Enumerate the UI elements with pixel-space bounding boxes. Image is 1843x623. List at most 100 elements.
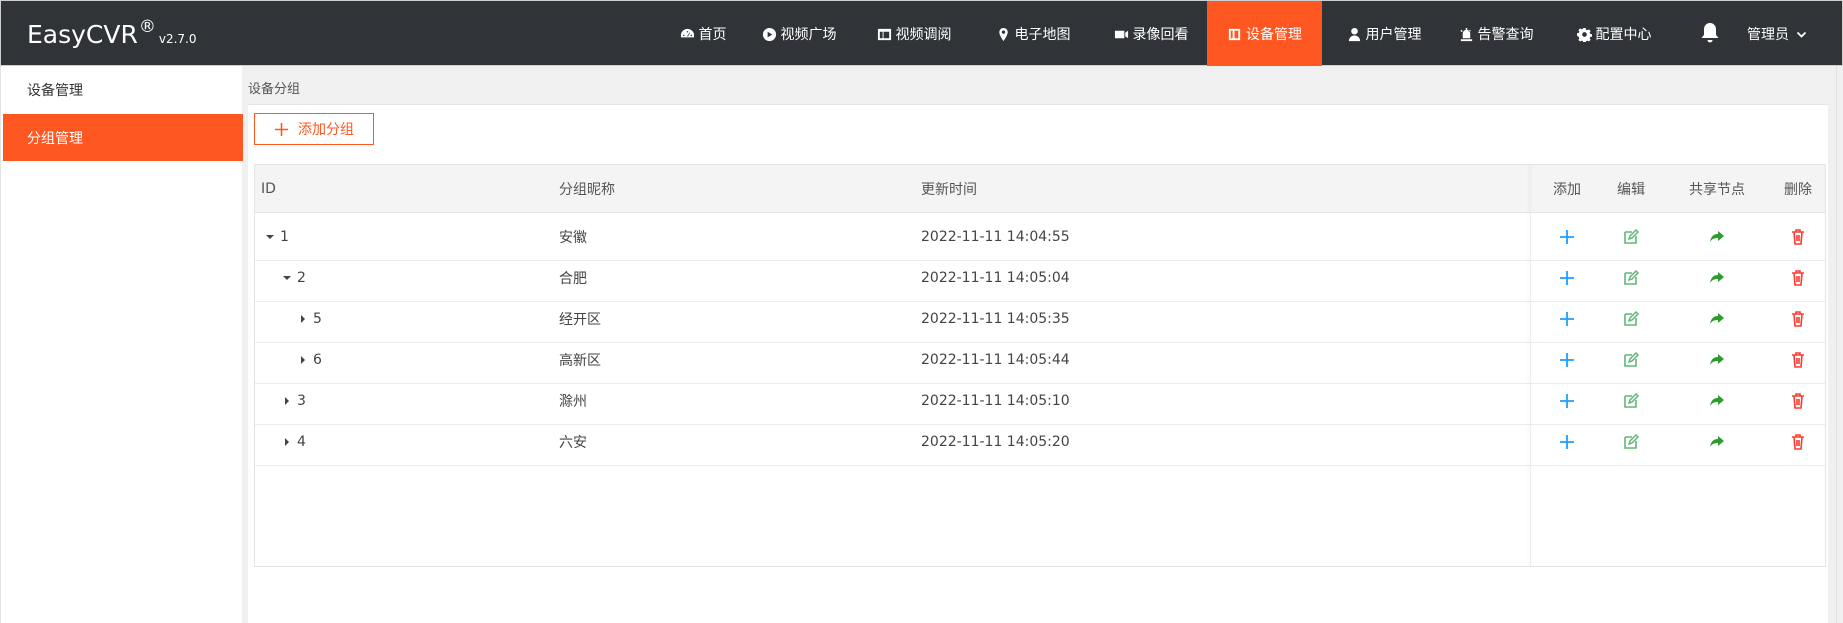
plus-icon: [1560, 312, 1574, 326]
columns-icon: [1228, 28, 1241, 40]
user-icon: [1348, 27, 1360, 41]
share-icon: [1710, 354, 1724, 365]
row-id: 2: [297, 270, 306, 286]
nav-video-square[interactable]: 视频广场: [756, 1, 842, 67]
plus-icon: [1560, 271, 1574, 285]
row-id: 3: [297, 393, 306, 409]
share-icon: [1710, 395, 1724, 406]
add-group-label: 添加分组: [298, 122, 354, 138]
plus-icon: [275, 122, 288, 136]
nav-alarm-query[interactable]: 告警查询: [1456, 1, 1536, 67]
sidebar-item-label: 分组管理: [27, 130, 83, 147]
sidebar: 设备管理 分组管理: [0, 66, 243, 623]
caret-right-icon[interactable]: [298, 355, 308, 365]
plus-icon: [1560, 394, 1574, 408]
breadcrumb-bar: 设备分组: [248, 66, 1828, 105]
row-id: 5: [313, 311, 322, 327]
add-group-button[interactable]: 添加分组: [254, 113, 374, 145]
notification-bell-icon[interactable]: [1699, 21, 1721, 45]
nav-electronic-map-label: 电子地图: [1014, 27, 1071, 43]
caret-right-icon[interactable]: [282, 396, 292, 406]
trash-icon: [1792, 311, 1804, 327]
row-id: 4: [297, 434, 306, 450]
nav-recording-playback-label: 录像回看: [1132, 27, 1189, 43]
delete-button[interactable]: [1770, 418, 1826, 466]
column-header-delete: 删除: [1784, 182, 1812, 198]
share-icon: [1710, 272, 1724, 283]
user-label: 管理员: [1747, 27, 1789, 43]
column-header-share-node: 共享节点: [1689, 182, 1745, 198]
play-circle-icon: [762, 27, 776, 41]
dashboard-icon: [680, 28, 694, 37]
edit-icon: [1624, 228, 1640, 244]
column-header-updated-time: 更新时间: [921, 182, 977, 198]
group-table: ID 分组昵称 更新时间 添加 编辑 共享节点 删除 1 安徽 2022-11-…: [254, 164, 1826, 567]
user-menu[interactable]: 管理员: [1747, 1, 1807, 67]
top-navigation-bar: EasyCVR®v2.7.0 首页 视频广场 视频调阅 电子地图 录像回看 设备…: [0, 0, 1843, 67]
nav-config-center[interactable]: 配置中心: [1574, 1, 1654, 67]
trash-icon: [1792, 434, 1804, 450]
caret-down-icon[interactable]: [265, 232, 275, 242]
edit-icon: [1624, 269, 1640, 285]
edit-button[interactable]: [1599, 418, 1663, 466]
nav-electronic-map[interactable]: 电子地图: [990, 1, 1076, 67]
share-icon: [1710, 231, 1724, 242]
edit-icon: [1624, 433, 1640, 449]
brand-logo: EasyCVR®v2.7.0: [27, 17, 197, 49]
chevron-down-icon: [1796, 31, 1807, 38]
plus-icon: [1560, 230, 1574, 244]
column-header-add: 添加: [1553, 182, 1581, 198]
edit-icon: [1624, 351, 1640, 367]
nav-device-management[interactable]: 设备管理: [1207, 1, 1322, 67]
caret-down-icon[interactable]: [282, 273, 292, 283]
sidebar-item-group-management[interactable]: 分组管理: [3, 114, 243, 161]
table-header: ID 分组昵称 更新时间 添加 编辑 共享节点 删除: [255, 165, 1825, 213]
row-updated-time: 2022-11-11 14:05:20: [921, 434, 1070, 450]
nav-device-management-label: 设备管理: [1246, 27, 1302, 43]
add-child-button[interactable]: [1535, 418, 1599, 466]
breadcrumb: 设备分组: [248, 82, 301, 97]
trash-icon: [1792, 393, 1804, 409]
brand-name: EasyCVR: [27, 20, 138, 49]
brand-version: v2.7.0: [158, 32, 197, 46]
row-group-name: 六安: [559, 435, 587, 451]
nav-video-square-label: 视频广场: [780, 27, 837, 43]
table-row: 4 六安 2022-11-11 14:05:20: [255, 418, 1825, 466]
nav-alarm-query-label: 告警查询: [1477, 27, 1534, 43]
sidebar-item-label: 设备管理: [27, 82, 83, 99]
column-header-id: ID: [261, 181, 276, 197]
nav-config-center-label: 配置中心: [1595, 27, 1652, 43]
edit-icon: [1624, 310, 1640, 326]
edit-icon: [1624, 392, 1640, 408]
column-header-edit: 编辑: [1617, 182, 1645, 198]
gear-icon: [1576, 27, 1592, 42]
row-id: 6: [313, 352, 322, 368]
alarm-icon: [1459, 27, 1472, 41]
trash-icon: [1792, 270, 1804, 286]
vertical-scrollbar-track[interactable]: [1836, 66, 1843, 623]
trash-icon: [1792, 229, 1804, 245]
row-id-cell: 4: [282, 418, 306, 466]
column-header-group-name: 分组昵称: [559, 182, 615, 198]
nav-home[interactable]: 首页: [667, 1, 739, 67]
share-icon: [1710, 436, 1724, 447]
plus-icon: [1560, 435, 1574, 449]
registered-mark: ®: [138, 17, 156, 37]
nav-recording-playback[interactable]: 录像回看: [1108, 1, 1194, 67]
sidebar-item-device-management[interactable]: 设备管理: [3, 66, 243, 113]
row-id: 1: [280, 229, 289, 245]
table-icon: [877, 28, 891, 40]
nav-home-label: 首页: [698, 27, 727, 43]
caret-right-icon[interactable]: [298, 314, 308, 324]
nav-video-browse[interactable]: 视频调阅: [872, 1, 956, 67]
video-camera-icon: [1114, 30, 1128, 38]
share-icon: [1710, 313, 1724, 324]
fixed-column-divider: [1530, 165, 1531, 566]
share-node-button[interactable]: [1667, 418, 1767, 466]
trash-icon: [1792, 352, 1804, 368]
main-content: 设备分组 添加分组 ID 分组昵称 更新时间 添加 编辑 共享节点 删除 1 安…: [248, 66, 1828, 623]
caret-right-icon[interactable]: [282, 437, 292, 447]
nav-user-management[interactable]: 用户管理: [1344, 1, 1424, 67]
map-marker-icon: [998, 27, 1008, 41]
nav-video-browse-label: 视频调阅: [895, 27, 952, 43]
